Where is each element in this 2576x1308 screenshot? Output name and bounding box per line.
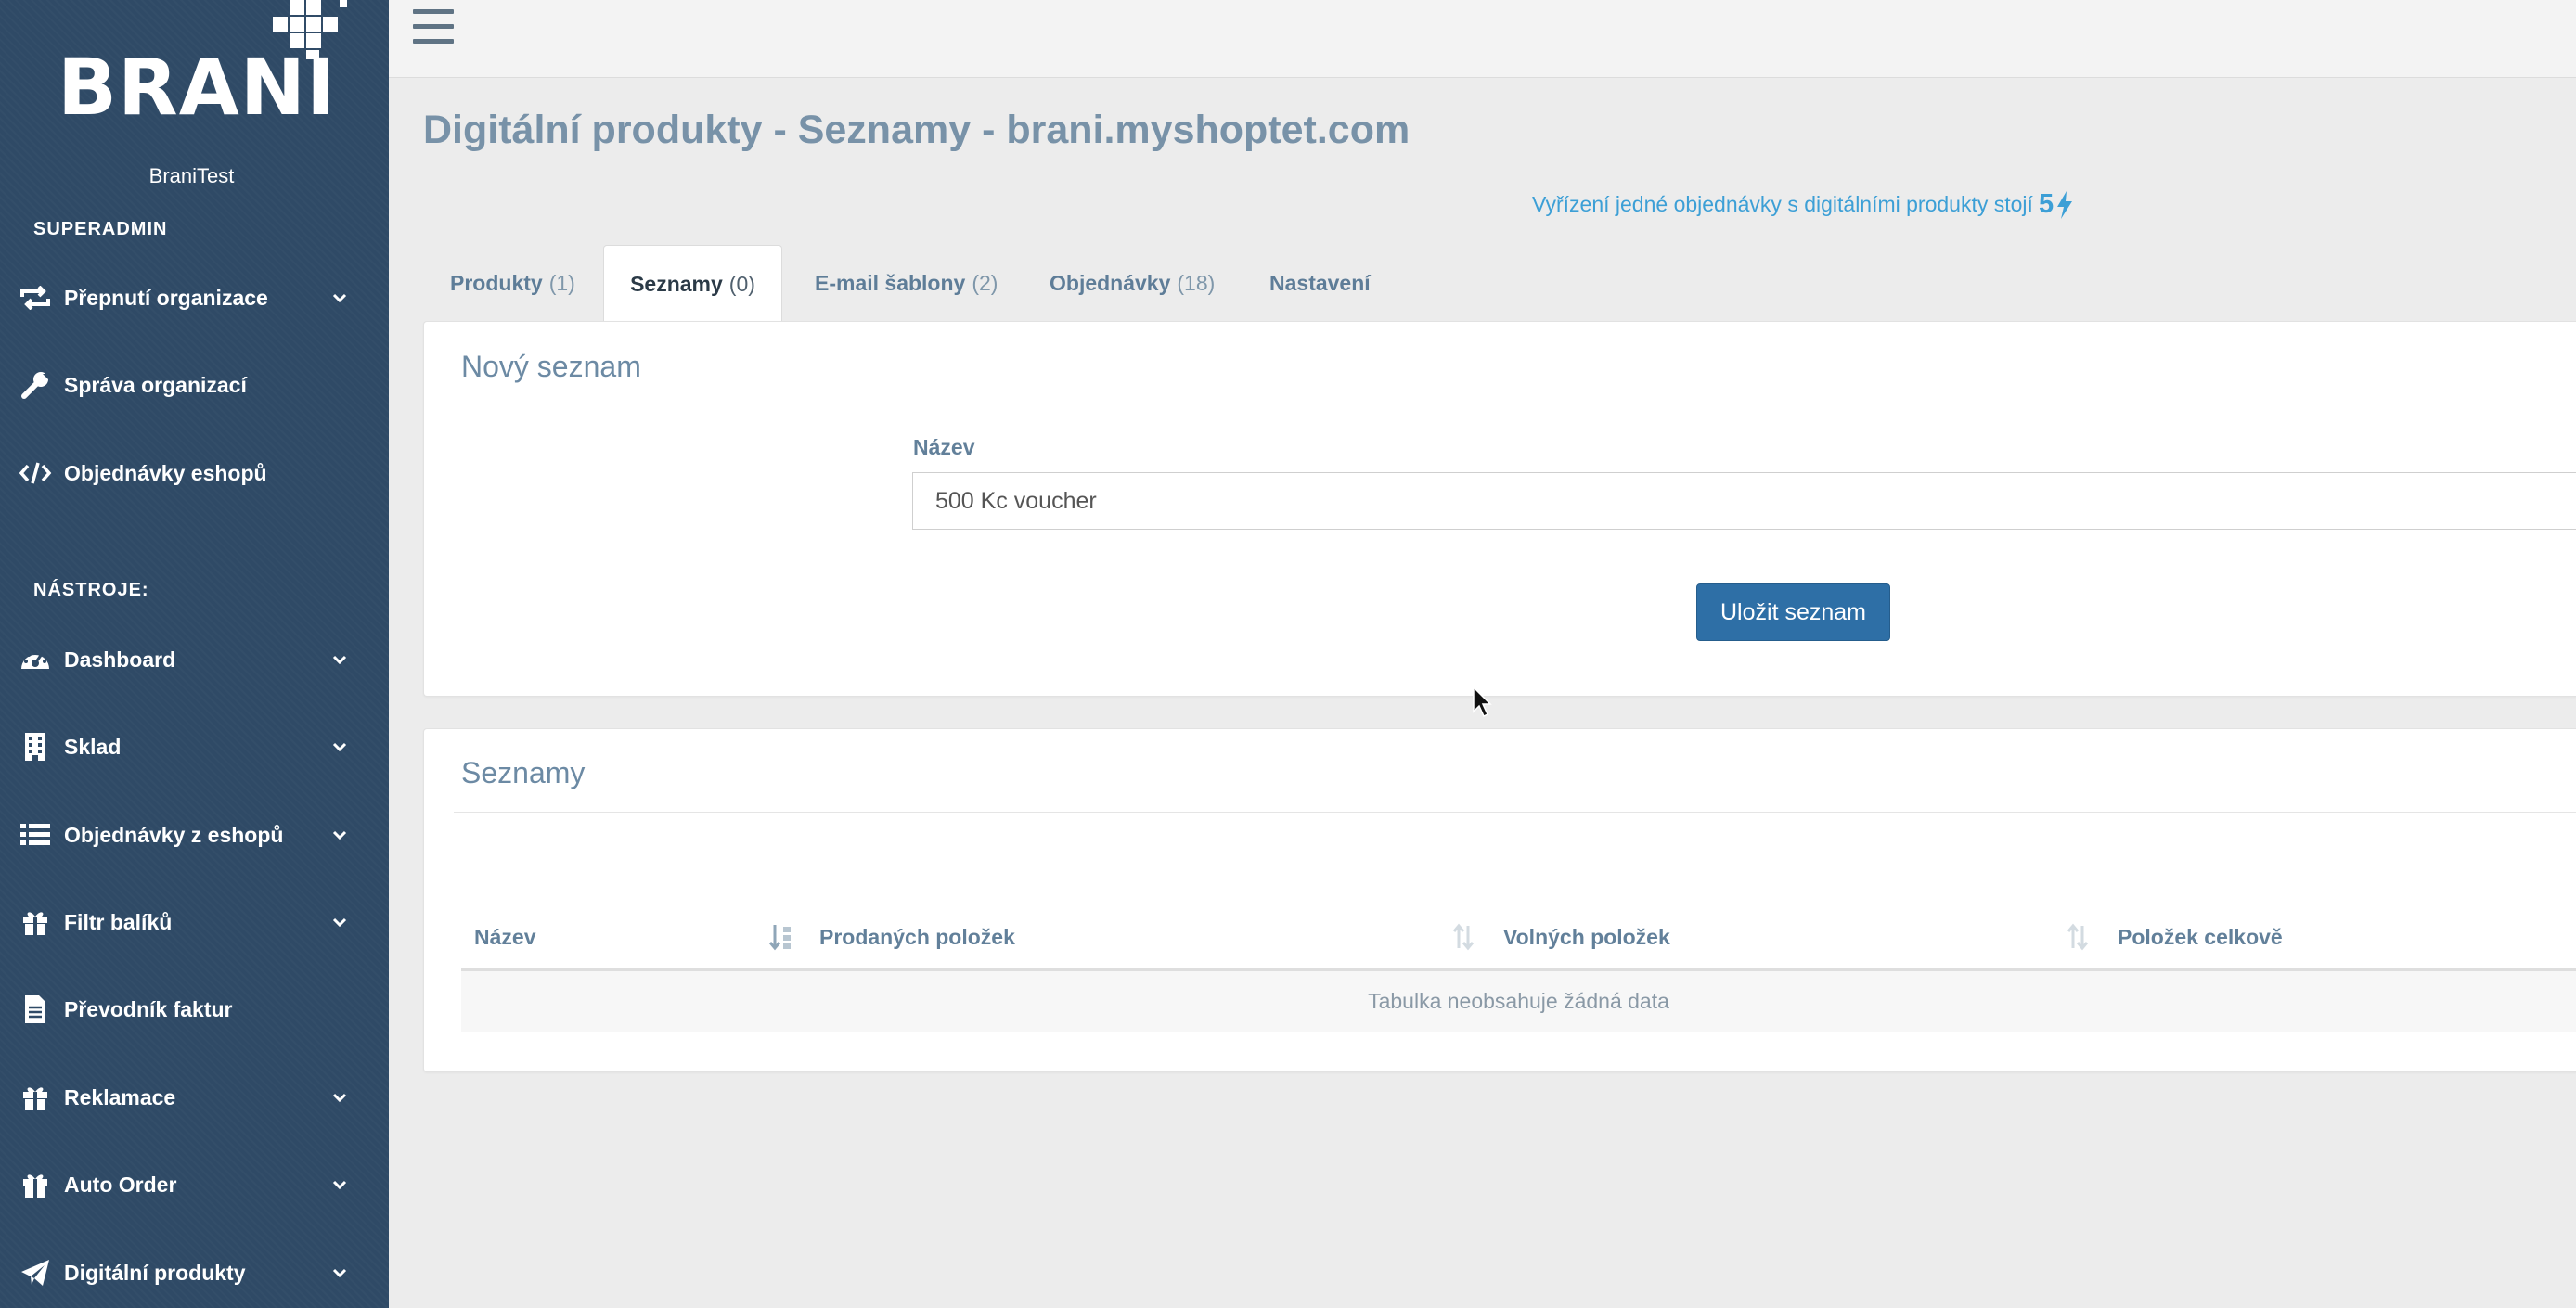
wrench-icon [19, 368, 52, 402]
price-note: Vyřízení jedné objednávky s digitálními … [1532, 189, 2073, 220]
column-header-free-items[interactable]: Volných položek [1503, 925, 1670, 950]
new-list-title: Nový seznam [461, 350, 641, 383]
name-field-label: Název [913, 435, 975, 459]
tab-label: Nastavení [1269, 270, 1371, 295]
sidebar-item-label: Objednávky eshopů [64, 460, 267, 485]
tab-lists[interactable]: Seznamy (0) [603, 245, 782, 322]
tab-count: (18) [1177, 270, 1216, 295]
sort-icon[interactable] [1451, 923, 1475, 951]
chevron-down-icon [332, 917, 347, 928]
sidebar-item-label: Sklad [64, 734, 122, 759]
tab-label: E-mail šablony [815, 270, 966, 295]
lists-title: Seznamy [461, 756, 586, 789]
column-header-total-items[interactable]: Položek celkově [2118, 925, 2283, 950]
tab-label: Objednávky [1050, 270, 1171, 295]
sidebar-item-switch-organization[interactable]: Přepnutí organizace [0, 270, 389, 326]
chevron-down-icon [332, 1268, 347, 1278]
chevron-down-icon [332, 1180, 347, 1190]
sidebar-item-complaints[interactable]: Reklamace [0, 1070, 389, 1125]
sidebar-item-label: Auto Order [64, 1172, 177, 1197]
chevron-down-icon [332, 293, 347, 303]
chevron-down-icon [332, 830, 347, 840]
sidebar-item-digital-products[interactable]: Digitální produkty [0, 1245, 389, 1301]
price-note-text: Vyřízení jedné objednávky s digitálními … [1532, 192, 2033, 216]
sort-ascending-icon[interactable] [768, 923, 792, 951]
sidebar-item-label: Digitální produkty [64, 1260, 246, 1285]
top-bar [389, 0, 2576, 78]
tab-count: (1) [548, 270, 575, 295]
gift-icon [19, 1081, 52, 1114]
gift-icon [19, 1168, 52, 1201]
sidebar-item-orders-from-eshops[interactable]: Objednávky z eshopů [0, 807, 389, 863]
sidebar-item-auto-order[interactable]: Auto Order [0, 1157, 389, 1212]
sidebar-item-dashboard[interactable]: Dashboard [0, 632, 389, 687]
switch-icon [19, 281, 52, 314]
mouse-cursor-icon [1473, 686, 1492, 718]
sidebar-item-label: Objednávky z eshopů [64, 822, 284, 847]
chevron-down-icon [332, 742, 347, 752]
brani-logo[interactable]: BRANI [58, 0, 354, 130]
lightning-icon [2057, 190, 2073, 219]
list-icon [19, 818, 52, 852]
section-label-tools: NÁSTROJE: [33, 580, 149, 600]
tab-count: (0) [728, 271, 755, 296]
document-icon [19, 993, 52, 1026]
list-name-input[interactable] [912, 472, 2576, 530]
sidebar-item-label: Filtr balíků [64, 909, 173, 934]
tab-count: (2) [972, 270, 998, 295]
gift-icon [19, 905, 52, 939]
organization-name: BraniTest [148, 164, 235, 187]
chevron-down-icon [332, 655, 347, 665]
tab-email-templates[interactable]: E-mail šablony (2) [815, 245, 998, 321]
page-title: Digitální produkty - Seznamy - brani.mys… [423, 108, 1410, 152]
section-label-superadmin: SUPERADMIN [33, 219, 168, 239]
tab-label: Seznamy [630, 271, 723, 296]
sidebar-item-warehouse[interactable]: Sklad [0, 719, 389, 775]
chevron-down-icon [332, 1093, 347, 1103]
building-icon [19, 730, 52, 763]
divider [454, 812, 2576, 813]
tab-products[interactable]: Produkty (1) [450, 245, 575, 321]
save-list-button[interactable]: Uložit seznam [1696, 583, 1890, 641]
sidebar: BRANI BraniTest SUPERADMIN Přepnutí orga… [0, 0, 389, 1308]
tab-bar: Produkty (1) Seznamy (0) E-mail šablony (2)… [423, 245, 2576, 322]
sidebar-item-label: Správa organizací [64, 372, 247, 397]
dashboard-icon [19, 643, 52, 676]
sidebar-item-label: Přepnutí organizace [64, 285, 268, 310]
sidebar-item-label: Dashboard [64, 647, 176, 672]
table-empty-row: Tabulka neobsahuje žádná data [461, 971, 2576, 1032]
tab-orders[interactable]: Objednávky (18) [1050, 245, 1215, 321]
column-header-name[interactable]: Název [474, 925, 535, 950]
tab-settings[interactable]: Nastavení [1269, 245, 1371, 321]
sidebar-item-package-filter[interactable]: Filtr balíků [0, 894, 389, 950]
sort-icon[interactable] [2066, 923, 2090, 951]
sidebar-item-organization-management[interactable]: Správa organizací [0, 357, 389, 413]
column-header-sold-items[interactable]: Prodaných položek [819, 925, 1015, 950]
sidebar-item-eshop-orders[interactable]: Objednávky eshopů [0, 445, 389, 501]
sidebar-item-label: Převodník faktur [64, 996, 233, 1021]
tab-label: Produkty [450, 270, 543, 295]
sidebar-item-label: Reklamace [64, 1084, 176, 1109]
logo-text: BRANI [58, 42, 337, 133]
paper-plane-icon [19, 1256, 52, 1289]
code-icon [19, 456, 52, 490]
hamburger-menu-icon[interactable] [413, 9, 456, 46]
price-value: 5 [2038, 189, 2054, 219]
sidebar-item-invoice-converter[interactable]: Převodník faktur [0, 981, 389, 1037]
